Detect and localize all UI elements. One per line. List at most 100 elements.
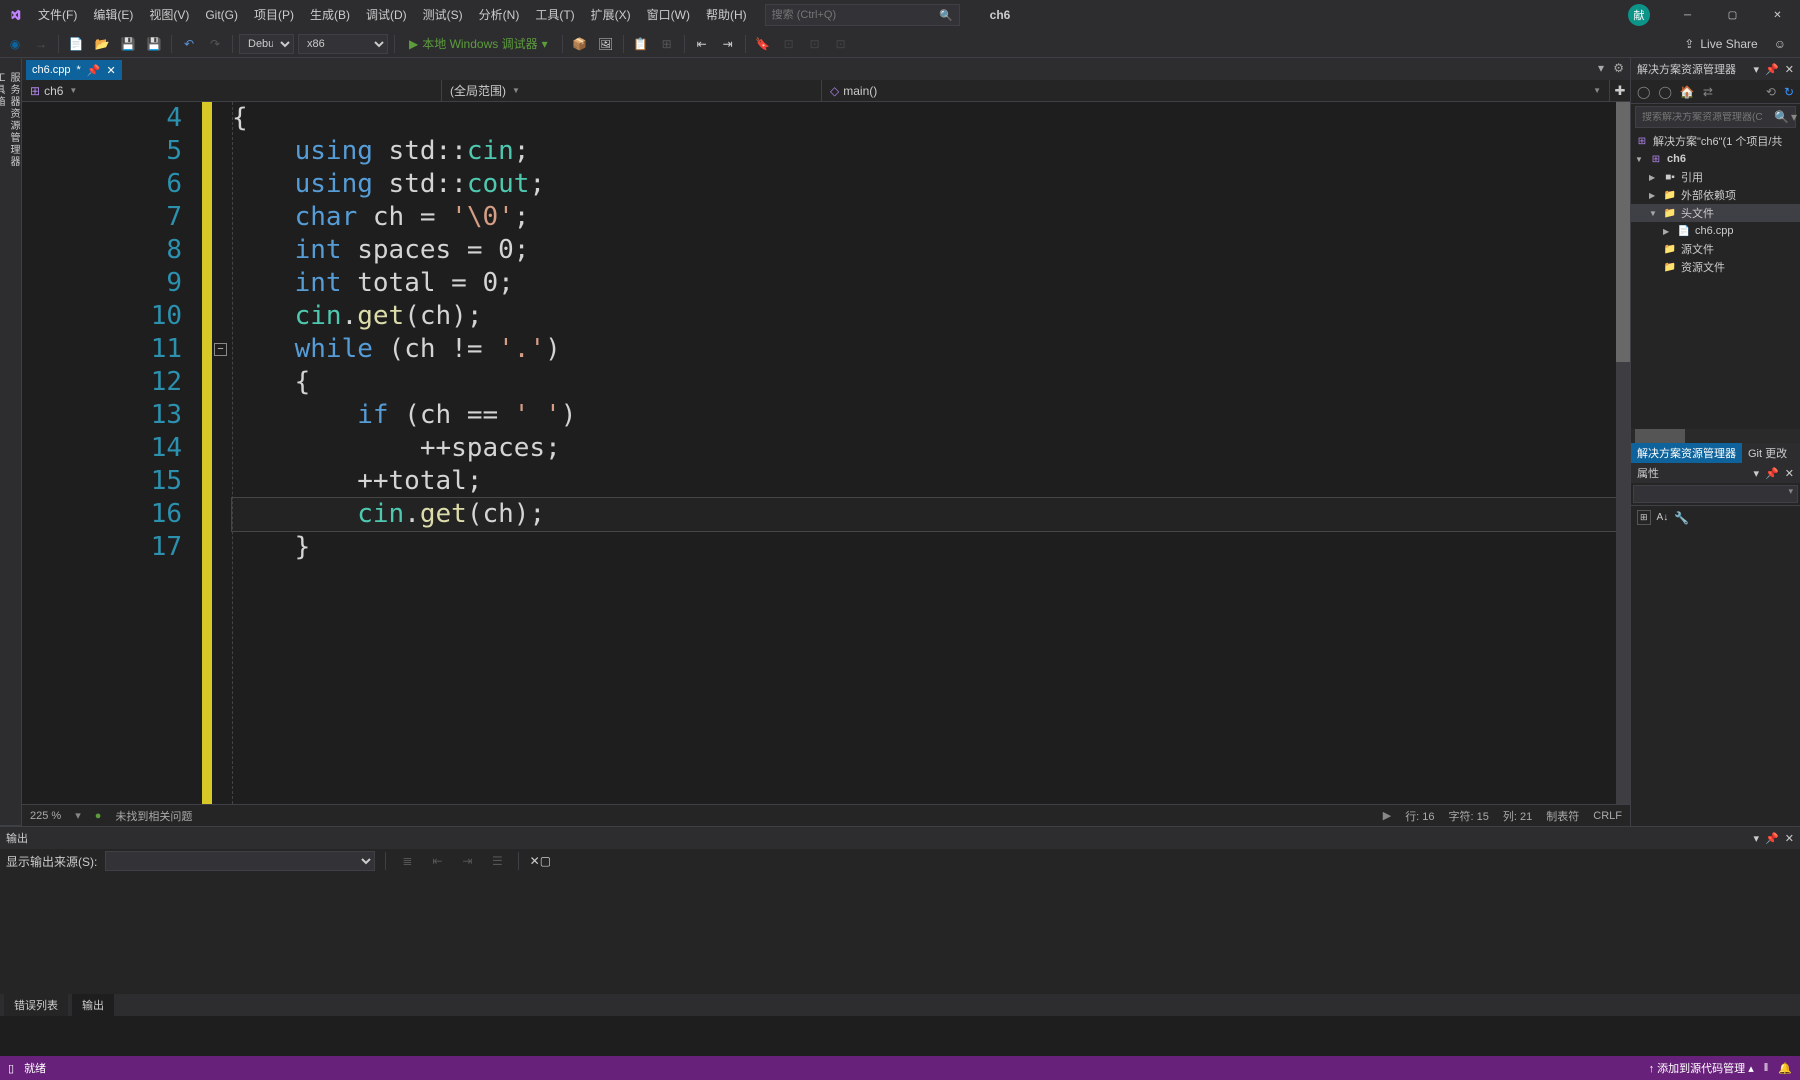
tree-node-头文件[interactable]: ▼📁头文件 [1631,204,1800,222]
se-filter-icon[interactable]: ⟲ [1766,85,1776,99]
bookmark-button[interactable]: 🔖 [752,33,774,55]
editor-scrollbar[interactable] [1616,102,1630,804]
tab-mode[interactable]: 制表符 [1546,808,1579,824]
prop-pin-icon[interactable]: 📌 [1765,467,1779,480]
menu-project[interactable]: 项目(P) [246,0,302,30]
new-project-button[interactable]: 📄 [65,33,87,55]
se-sync-icon[interactable]: ⇄ [1703,85,1713,99]
tb-icon-5[interactable]: ⊡ [778,33,800,55]
prop-az-icon[interactable]: A↓ [1657,512,1669,523]
platform-select[interactable]: x86 [298,34,388,54]
split-editor-icon[interactable]: ✚ [1615,83,1626,99]
se-refresh-icon[interactable]: ↻ [1784,85,1794,99]
search-input[interactable] [772,9,939,21]
line-ending[interactable]: CRLF [1593,810,1622,822]
menu-file[interactable]: 文件(F) [30,0,85,30]
nav-project-dropdown[interactable]: ⊞ ch6▼ [22,80,442,101]
menu-view[interactable]: 视图(V) [141,0,197,30]
output-pin-icon[interactable]: 📌 [1765,832,1779,845]
minimize-button[interactable]: ─ [1665,0,1710,30]
prop-dropdown-icon[interactable]: ▾ [1754,467,1760,480]
se-pin-icon[interactable]: 📌 [1765,63,1779,76]
forward-button[interactable]: → [30,33,52,55]
output-icon-2[interactable]: ⇤ [426,850,448,872]
close-tab-icon[interactable]: ✕ [107,64,116,77]
menu-window[interactable]: 窗口(W) [639,0,698,30]
tree-node-源文件[interactable]: 📁源文件 [1631,240,1800,258]
zoom-level[interactable]: 225 % [30,810,61,822]
source-control-status[interactable]: ↑ 添加到源代码管理 ▴ [1649,1060,1754,1076]
tab-error-list[interactable]: 错误列表 [4,994,68,1016]
menu-help[interactable]: 帮助(H) [698,0,755,30]
nav-func-dropdown[interactable]: ◇ main()▼ [822,80,1610,101]
menu-test[interactable]: 测试(S) [415,0,471,30]
redo-button[interactable]: ↷ [204,33,226,55]
tab-settings-icon[interactable]: ⚙ [1613,61,1624,75]
undo-button[interactable]: ↶ [178,33,200,55]
solution-search[interactable]: 🔍 ▾ [1635,106,1796,128]
save-all-button[interactable]: 💾 [143,33,165,55]
tab-output[interactable]: 输出 [72,994,114,1016]
back-button[interactable]: ◉ [4,33,26,55]
output-icon-4[interactable]: ☰ [486,850,508,872]
toolbox-tab[interactable]: 工具箱 [0,66,6,826]
indent-in-button[interactable]: ⇥ [717,33,739,55]
tb-icon-1[interactable]: 📦 [569,33,591,55]
open-button[interactable]: 📂 [91,33,113,55]
tree-node-引用[interactable]: ▶■▪引用 [1631,168,1800,186]
notifications-icon[interactable]: 🔔 [1778,1062,1792,1075]
file-tab-ch6[interactable]: ch6.cpp* 📌 ✕ [26,60,122,80]
tree-node-ch6[interactable]: ▼⊞ch6 [1631,150,1800,168]
tree-node-外部依赖项[interactable]: ▶📁外部依赖项 [1631,186,1800,204]
tree-node-资源文件[interactable]: 📁资源文件 [1631,258,1800,276]
menu-git[interactable]: Git(G) [197,0,246,30]
tab-git-changes[interactable]: Git 更改 [1742,443,1793,463]
server-explorer-tab[interactable]: 服务器资源管理器 [6,66,21,826]
output-close-icon[interactable]: ✕ [1785,832,1794,845]
tb-icon-4[interactable]: ⊞ [656,33,678,55]
start-debug-button[interactable]: ▶ 本地 Windows 调试器 ▾ [401,35,556,52]
global-search[interactable]: 🔍 [765,4,960,26]
output-dropdown-icon[interactable]: ▾ [1754,832,1760,845]
se-fwd-icon[interactable]: ◯ [1658,85,1671,99]
close-button[interactable]: ✕ [1755,0,1800,30]
code-editor[interactable]: 4567891011121314151617 − { using std::ci… [22,102,1630,804]
prop-cat-icon[interactable]: ⊞ [1637,510,1651,525]
tree-node-ch6.cpp[interactable]: ▶📄ch6.cpp [1631,222,1800,240]
menu-debug[interactable]: 调试(D) [358,0,415,30]
se-dropdown-icon[interactable]: ▾ [1754,63,1760,76]
output-icon-1[interactable]: ≣ [396,850,418,872]
indent-out-button[interactable]: ⇤ [691,33,713,55]
menu-build[interactable]: 生成(B) [302,0,358,30]
prop-pages-icon[interactable]: 🔧 [1674,511,1689,525]
menu-edit[interactable]: 编辑(E) [85,0,141,30]
feedback-icon[interactable]: ☺ [1774,37,1786,51]
solution-root[interactable]: ⊞ 解决方案"ch6"(1 个项目/共 [1631,132,1800,150]
tab-dropdown-icon[interactable]: ▾ [1598,61,1604,75]
tb-icon-2[interactable]: 🖼 [595,33,617,55]
maximize-button[interactable]: ▢ [1710,0,1755,30]
solution-tree[interactable]: ⊞ 解决方案"ch6"(1 个项目/共 ▼⊞ch6▶■▪引用▶📁外部依赖项▼📁头… [1631,130,1800,429]
tb-icon-6[interactable]: ⊡ [804,33,826,55]
tb-icon-7[interactable]: ⊡ [830,33,852,55]
nav-scope-dropdown[interactable]: (全局范围)▼ [442,80,822,101]
fold-button[interactable]: − [214,343,227,356]
user-avatar[interactable]: 献 [1628,4,1650,26]
config-select[interactable]: Debug [239,34,294,54]
menu-analyze[interactable]: 分析(N) [471,0,528,30]
se-home-icon[interactable]: 🏠 [1680,85,1695,99]
se-close-icon[interactable]: ✕ [1785,63,1794,76]
se-hscroll[interactable] [1631,429,1800,443]
save-button[interactable]: 💾 [117,33,139,55]
output-clear-icon[interactable]: ✕▢ [529,850,551,872]
menu-tools[interactable]: 工具(T) [527,0,582,30]
tab-solution-explorer[interactable]: 解决方案资源管理器 [1631,443,1742,463]
menu-extensions[interactable]: 扩展(X) [583,0,639,30]
solution-search-input[interactable] [1642,112,1774,123]
pin-icon[interactable]: 📌 [87,64,101,77]
output-source-select[interactable] [105,851,375,871]
issues-status[interactable]: 未找到相关问题 [115,808,192,824]
tb-icon-3[interactable]: 📋 [630,33,652,55]
live-share-button[interactable]: ⇪ Live Share ☺ [1674,37,1796,51]
output-icon-3[interactable]: ⇥ [456,850,478,872]
